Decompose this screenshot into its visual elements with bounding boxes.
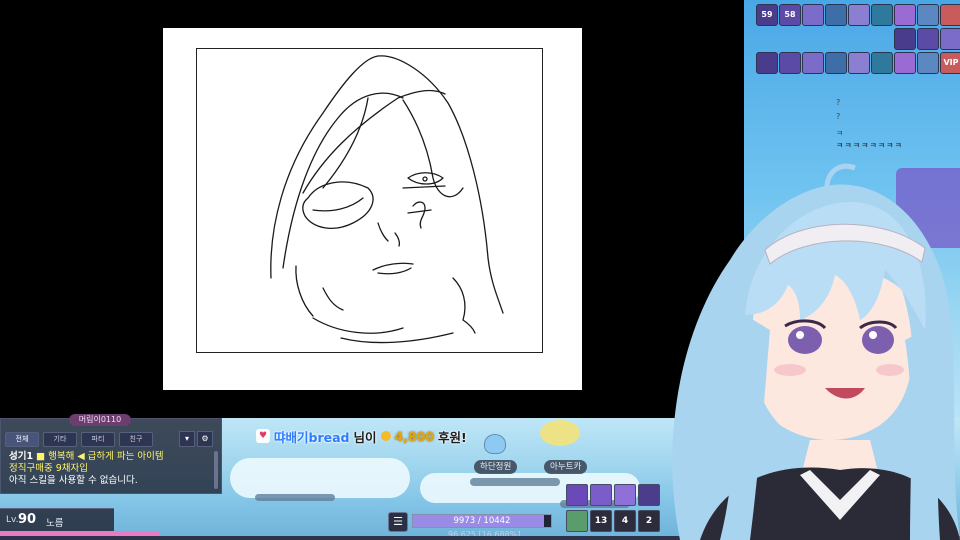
chat-tabs: 전체 기타 파티 친구	[5, 432, 153, 447]
donation-amount: 4,800	[394, 428, 435, 444]
buff-icon[interactable]	[825, 52, 847, 74]
platform	[255, 494, 335, 501]
chat-line: 정직구매중 9채자입	[9, 463, 88, 474]
buff-icon[interactable]	[917, 28, 939, 50]
buff-icon[interactable]: 59	[756, 4, 778, 26]
chat-log: 성기1 ■ 행복해 ◀ 급하게 파는 아이템 정직구매중 9채자입 아직 스킬을…	[9, 451, 213, 487]
hp-text: 9973 / 10442	[453, 516, 511, 526]
donation-word: 후원!	[438, 429, 467, 445]
quickslot[interactable]: 4	[614, 510, 636, 532]
tab-other[interactable]: 기타	[43, 432, 77, 447]
tab-friend[interactable]: 친구	[119, 432, 153, 447]
chevron-down-icon[interactable]: ▾	[179, 431, 195, 447]
buff-icon[interactable]	[894, 28, 916, 50]
donor-name: 땨배기bread	[274, 429, 350, 445]
npc-label[interactable]: 하단정원	[474, 460, 518, 474]
drawing-canvas[interactable]	[163, 28, 582, 390]
buff-icon[interactable]	[940, 4, 960, 26]
vtuber-avatar	[672, 163, 960, 540]
sketch-face-drawing	[270, 55, 504, 344]
buff-icon[interactable]	[894, 52, 916, 74]
buff-icon[interactable]: 58	[779, 4, 801, 26]
buff-icon[interactable]	[779, 52, 801, 74]
quickslot[interactable]: 13	[590, 510, 612, 532]
chat-scrollbar[interactable]	[214, 451, 218, 489]
heart-icon: ♥	[256, 429, 270, 443]
chat-sender: 성기1	[9, 451, 34, 462]
buff-icon[interactable]	[848, 52, 870, 74]
coin-icon	[380, 431, 391, 441]
quickslot[interactable]	[614, 484, 636, 506]
quickslot[interactable]	[566, 510, 588, 532]
level-value: 90	[18, 512, 37, 527]
chat-window[interactable]: 머림이0110 전체 기타 파티 친구 ▾ ⚙ 성기1 ■ 행복해 ◀ 급하게 …	[0, 414, 222, 494]
chat-line: 성기1 ■ 행복해 ◀ 급하게 파는 아이템	[9, 451, 213, 463]
cloud	[230, 458, 410, 498]
platform	[470, 478, 560, 486]
chat-title: 머림이0110	[69, 414, 131, 426]
donation-banner: ♥ 땨배기bread 님이 4,800 후원!	[256, 426, 467, 446]
buff-icon[interactable]	[940, 28, 960, 50]
buff-icon[interactable]	[871, 4, 893, 26]
level-label: Lv.	[6, 515, 19, 525]
buff-icon[interactable]	[756, 52, 778, 74]
slime-npc-icon	[484, 434, 506, 454]
npc-label[interactable]: 아누트카	[544, 460, 588, 474]
chat-bubble-text: ?	[836, 112, 841, 121]
quickslot[interactable]	[590, 484, 612, 506]
buff-icon[interactable]	[917, 52, 939, 74]
chat-bubble-text: ㅋ	[836, 129, 844, 138]
buff-icon[interactable]	[917, 4, 939, 26]
tab-all[interactable]: 전체	[5, 432, 39, 447]
buff-icon[interactable]	[802, 4, 824, 26]
chat-line: 아직 스킬을 사용할 수 없습니다.	[9, 475, 138, 486]
donation-suffix: 님이	[353, 429, 377, 445]
character-name: 노름	[46, 518, 64, 529]
flower-npc-icon	[540, 420, 580, 446]
quickslot[interactable]	[566, 484, 588, 506]
buff-icon[interactable]	[802, 52, 824, 74]
buff-icon[interactable]	[871, 52, 893, 74]
gear-icon[interactable]: ⚙	[197, 431, 213, 447]
level-display: Lv. 90 노름	[0, 508, 114, 533]
buff-icon[interactable]: VIP	[940, 52, 960, 74]
buff-icon[interactable]	[894, 4, 916, 26]
tab-party[interactable]: 파티	[81, 432, 115, 447]
chat-bubble-text: ?	[836, 98, 841, 107]
buff-icon[interactable]	[825, 4, 847, 26]
menu-icon[interactable]: ☰	[388, 512, 408, 532]
buff-icon[interactable]	[848, 4, 870, 26]
hp-bar: 9973 / 10442	[412, 514, 552, 528]
chat-message: ■ 행복해 ◀ 급하게 파는 아이템	[36, 451, 164, 462]
